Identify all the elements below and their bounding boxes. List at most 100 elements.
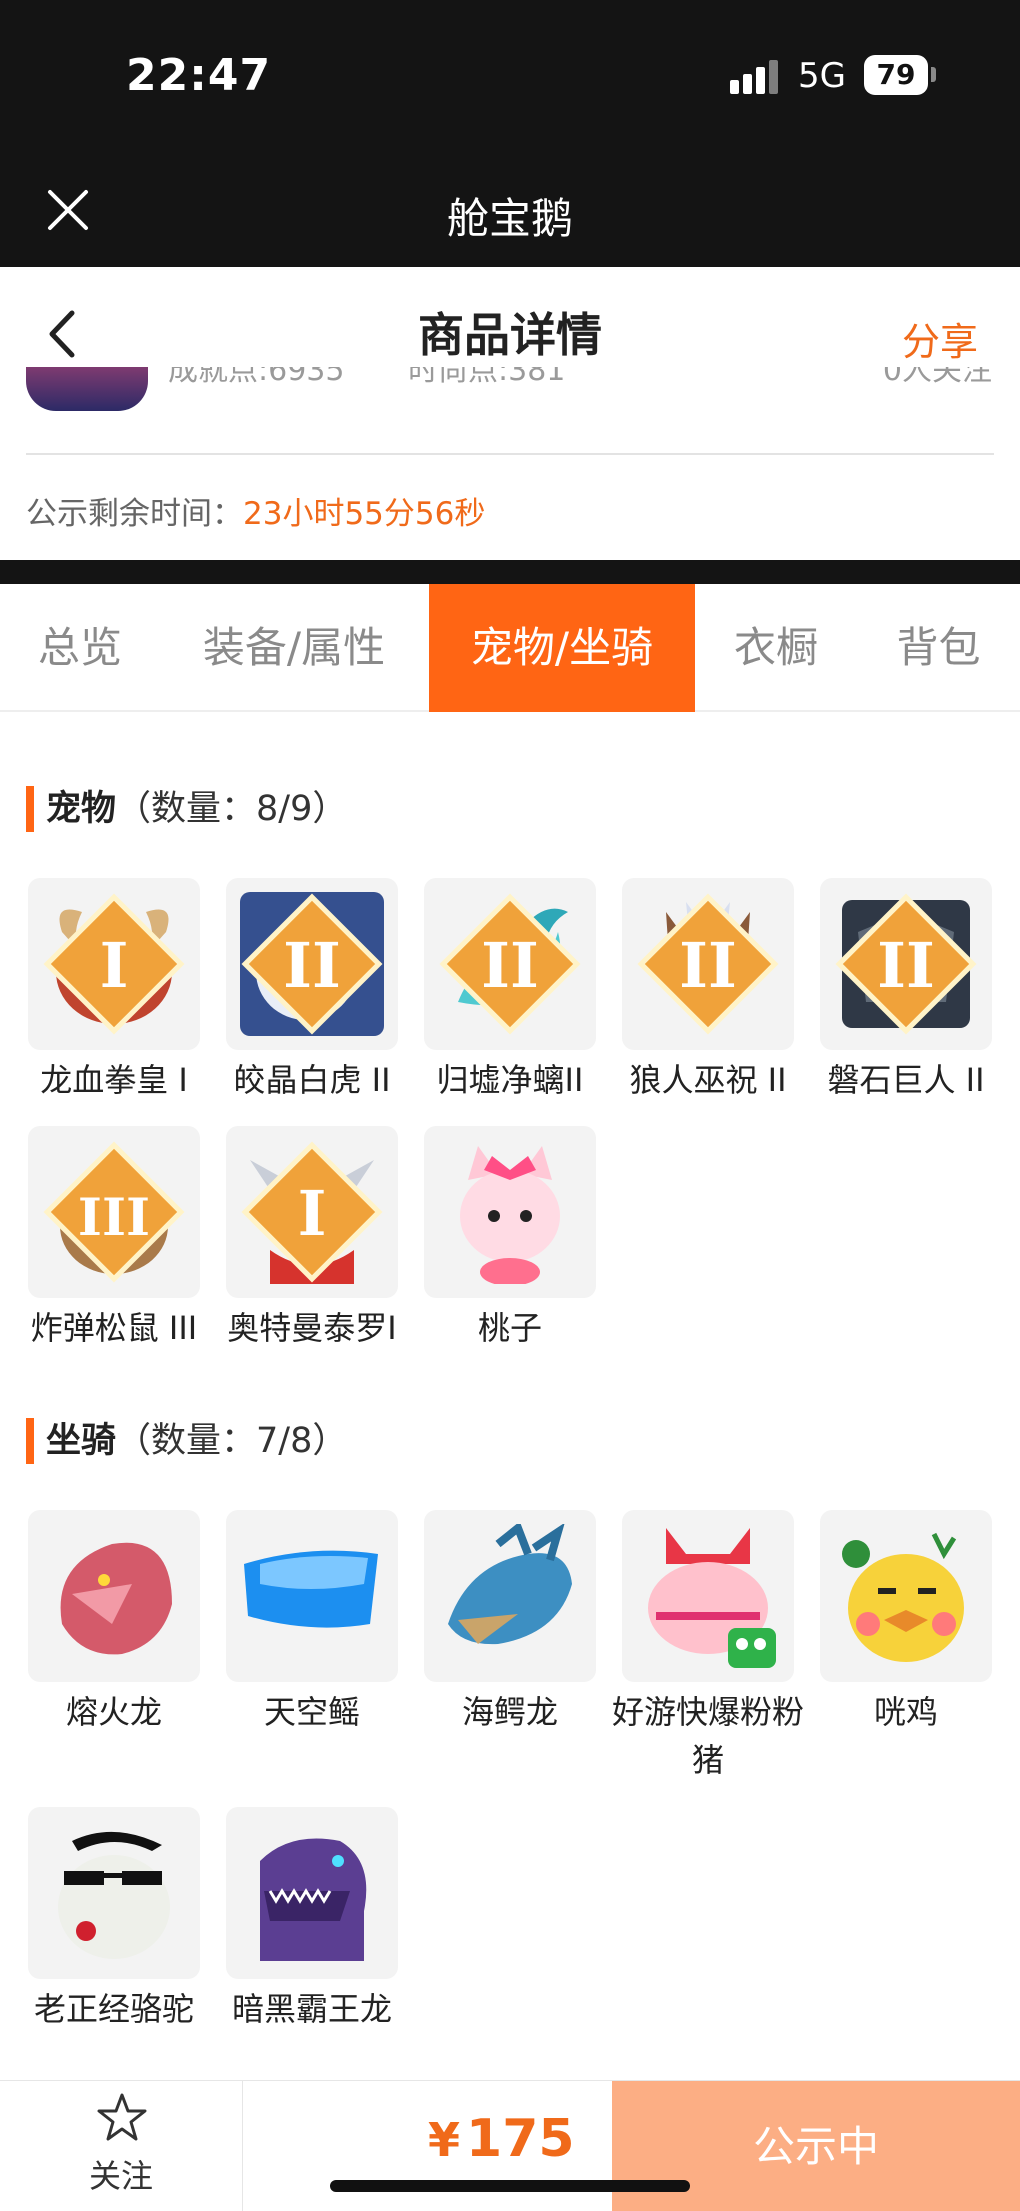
countdown: 公示剩余时间：23小时55分56秒 — [26, 488, 485, 533]
price-value: 175 — [466, 2109, 575, 2169]
rank-badge-text: II — [481, 929, 539, 1002]
tab-equipment[interactable]: 装备/属性 — [160, 584, 428, 712]
mount-name: 海鳄龙 — [461, 1693, 558, 1731]
mount-item[interactable]: 老正经骆驼 — [28, 1807, 200, 2033]
page-title: 商品详情 — [418, 308, 602, 362]
pink-fox-icon — [460, 1146, 560, 1284]
pet-thumbnail: II — [226, 878, 398, 1050]
pet-item[interactable]: II 磐石巨人 II — [820, 878, 992, 1104]
follow-label: 关注 — [88, 2157, 153, 2195]
pet-name: 炸弹松鼠 III — [30, 1309, 198, 1347]
pet-item[interactable]: 桃子 — [424, 1126, 596, 1352]
pet-name: 狼人巫祝 II — [629, 1061, 787, 1099]
follow-button[interactable]: 关注 — [0, 2081, 243, 2211]
price: ¥175 — [428, 2109, 575, 2169]
mount-thumbnail — [424, 1510, 596, 1682]
signal-icon — [730, 60, 782, 94]
pet-item[interactable]: III 炸弹松鼠 III — [28, 1126, 200, 1352]
rank-badge-icon: II — [241, 893, 383, 1035]
tab-wardrobe[interactable]: 衣橱 — [695, 584, 857, 712]
countdown-value: 23小时55分56秒 — [243, 496, 486, 532]
mount-item[interactable]: 好游快爆粉粉猪 — [612, 1510, 804, 1784]
pet-item[interactable]: II 皎晶白虎 II — [226, 878, 398, 1104]
mount-item[interactable]: 天空鳐 — [226, 1510, 398, 1736]
mount-item[interactable]: 熔火龙 — [28, 1510, 200, 1736]
pet-item[interactable]: I 奥特曼泰罗I — [226, 1126, 398, 1352]
lava-dragon-icon — [60, 1542, 172, 1655]
camel-icon — [58, 1831, 170, 1959]
pet-thumbnail: I — [226, 1126, 398, 1298]
mount-thumbnail — [622, 1510, 794, 1682]
pet-thumbnail: II — [622, 878, 794, 1050]
mounts-count: （数量：7/8） — [116, 1421, 348, 1461]
share-button[interactable]: 分享 — [902, 311, 978, 366]
seller-info: 成就点:6935 时尚点:381 0人关注 — [0, 367, 1020, 417]
mount-name: 老正经骆驼 — [33, 1990, 194, 2028]
battery-tip — [931, 67, 936, 82]
app-bar: 舱宝鹅 — [0, 155, 1020, 267]
mount-name: 咣鸡 — [873, 1693, 938, 1731]
rank-badge-icon: II — [637, 893, 779, 1035]
battery-icon: 79 — [864, 55, 928, 95]
accent-bar — [26, 786, 34, 832]
pet-thumbnail: I — [28, 878, 200, 1050]
pet-name: 归墟净螭II — [436, 1061, 584, 1099]
network-type: 5G — [798, 56, 846, 96]
tab-pets-mounts[interactable]: 宠物/坐骑 — [429, 584, 695, 712]
avatar — [26, 367, 148, 411]
mount-thumbnail — [28, 1510, 200, 1682]
pet-item[interactable]: I 龙血拳皇 I — [28, 878, 200, 1104]
tab-bar: 总览 装备/属性 宠物/坐骑 衣橱 背包 — [0, 584, 1020, 712]
mounts-section-title: 坐骑（数量：7/8） — [26, 1418, 347, 1464]
pet-name: 奥特曼泰罗I — [227, 1309, 397, 1347]
sticky-separator — [0, 560, 1020, 584]
mount-item[interactable]: 咣鸡 — [820, 1510, 992, 1736]
mount-name: 暗黑霸王龙 — [231, 1990, 392, 2028]
mount-thumbnail — [28, 1807, 200, 1979]
dark-tyrannosaur-icon — [260, 1838, 367, 1961]
sky-ray-icon — [244, 1550, 378, 1628]
chicken-icon — [842, 1532, 964, 1662]
pet-thumbnail: III — [28, 1126, 200, 1298]
mount-name: 天空鳐 — [263, 1693, 360, 1731]
accent-bar — [26, 1418, 34, 1464]
mount-thumbnail — [820, 1510, 992, 1682]
rank-badge-text: III — [78, 1188, 150, 1248]
rank-badge-icon: II — [439, 893, 581, 1035]
app-title: 舱宝鹅 — [446, 194, 573, 243]
mount-item[interactable]: 海鳄龙 — [424, 1510, 596, 1736]
mount-item[interactable]: 暗黑霸王龙 — [226, 1807, 398, 2033]
rank-badge-text: II — [877, 929, 935, 1002]
mount-thumbnail — [226, 1807, 398, 1979]
pets-section-title: 宠物（数量：8/9） — [26, 786, 347, 832]
star-icon — [97, 2093, 147, 2141]
rank-badge-icon: I — [43, 893, 185, 1035]
tab-backpack[interactable]: 背包 — [857, 584, 1020, 712]
home-indicator[interactable] — [330, 2180, 690, 2192]
rank-badge-icon: I — [241, 1141, 383, 1283]
fashion-points: 时尚点:381 — [408, 367, 566, 388]
pet-name: 桃子 — [477, 1309, 542, 1347]
pets-count: （数量：8/9） — [116, 789, 348, 829]
currency-symbol: ¥ — [428, 2113, 461, 2167]
rank-badge-text: I — [298, 1177, 327, 1250]
countdown-label: 公示剩余时间： — [26, 496, 243, 532]
pet-name: 皎晶白虎 II — [233, 1061, 391, 1099]
rank-badge-icon: II — [835, 893, 977, 1035]
rank-badge-text: I — [100, 929, 129, 1002]
pet-thumbnail: II — [820, 878, 992, 1050]
pet-name: 龙血拳皇 I — [40, 1061, 188, 1099]
rank-badge-text: II — [283, 929, 341, 1002]
pet-item[interactable]: II 狼人巫祝 II — [622, 878, 794, 1104]
pet-name: 磐石巨人 II — [827, 1061, 985, 1099]
divider — [26, 453, 994, 455]
mount-thumbnail — [226, 1510, 398, 1682]
tab-overview[interactable]: 总览 — [0, 584, 160, 712]
rank-badge-text: II — [679, 929, 737, 1002]
pet-item[interactable]: II 归墟净螭II — [424, 878, 596, 1104]
mount-name: 熔火龙 — [65, 1693, 162, 1731]
status-bar: 22:47 5G 79 — [0, 0, 1020, 155]
pink-pig-icon — [648, 1528, 776, 1668]
follower-count: 0人关注 — [882, 367, 992, 388]
sea-crocodile-dragon-icon — [448, 1524, 572, 1645]
